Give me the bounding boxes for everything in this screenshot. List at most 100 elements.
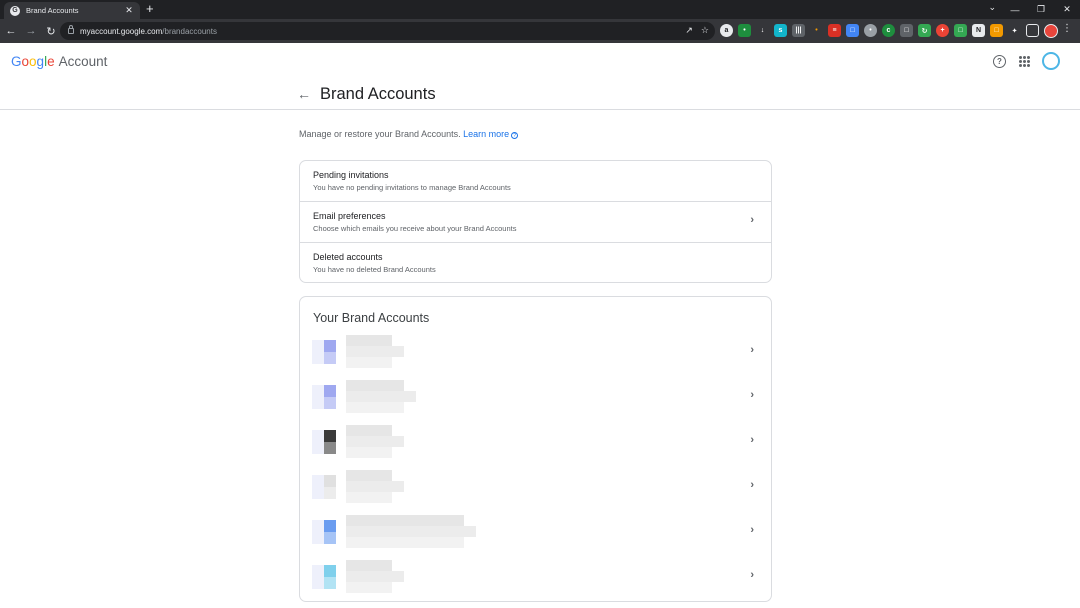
extension-icon[interactable]: + [936,24,949,37]
new-tab-button[interactable]: + [146,2,154,16]
extension-icon[interactable]: □ [954,24,967,37]
redacted-avatar-pixel [312,565,324,577]
redacted-text-pixels [346,537,464,548]
omnibox-icons: ↗ ☆ [685,25,709,36]
google-apps-icon[interactable] [1019,56,1030,67]
redacted-text-pixels [346,582,392,593]
logo-product-name: Account [58,54,108,69]
reload-icon[interactable]: ↻ [42,22,60,40]
option-title: Email preferences [313,211,386,221]
redacted-avatar-pixel [312,487,324,499]
chevron-right-icon: › [750,479,754,491]
redacted-avatar-pixel [312,397,324,409]
address-bar[interactable]: myaccount.google.com /brandaccounts ↗ ☆ [60,22,715,40]
brand-account-row[interactable]: › [300,375,771,420]
redacted-text-pixels [346,571,404,582]
tab-search-chevron-icon[interactable]: ⌄ [988,2,996,13]
extension-icon[interactable]: • [810,24,823,37]
option-description: You have no pending invitations to manag… [313,183,511,192]
lock-icon [68,25,74,34]
extension-icon[interactable]: • [738,24,751,37]
extension-icon[interactable]: □ [900,24,913,37]
extension-icon[interactable]: ≡ [828,24,841,37]
chevron-right-icon: › [750,344,754,356]
redacted-avatar-pixel [324,577,336,589]
redacted-avatar-pixel [312,475,324,487]
extension-icon[interactable]: a [720,24,733,37]
extension-icon[interactable]: ↻ [918,24,931,37]
browser-toolbar: ← → ↻ myaccount.google.com /brandaccount… [0,19,1080,43]
redacted-avatar-pixel [324,352,336,364]
extension-icon[interactable]: □ [990,24,1003,37]
extension-icon[interactable]: s [774,24,787,37]
brand-account-row[interactable]: › [300,465,771,510]
minimize-icon[interactable]: — [1002,0,1028,19]
google-account-logo[interactable]: G o o g l e Account [11,54,107,69]
logo-letter: e [47,54,55,69]
redacted-text-pixels [346,380,404,391]
window-controls: — ❐ ✕ [1002,0,1080,19]
share-icon[interactable]: ↗ [685,25,693,36]
redacted-text-pixels [346,447,392,458]
option-email-preferences[interactable]: Email preferences Choose which emails yo… [300,202,771,243]
page-title: Brand Accounts [320,85,436,103]
browser-menu-icon[interactable]: ⋮ [1062,23,1072,34]
brand-account-row[interactable]: › [300,510,771,555]
account-avatar[interactable] [1042,52,1060,70]
redacted-avatar-pixel [312,385,324,397]
redacted-avatar-pixel [324,397,336,409]
close-tab-icon[interactable]: ✕ [124,5,134,16]
logo-letter: G [11,54,22,69]
learn-more-link[interactable]: Learn more [463,129,509,139]
back-nav-icon[interactable]: ← [2,22,20,40]
intro-text: Manage or restore your Brand Accounts. L… [299,129,519,139]
puzzle-extensions-icon[interactable]: ✦ [1008,24,1021,37]
tab-title: Brand Accounts [26,6,79,15]
redacted-text-pixels [346,391,416,402]
redacted-avatar-pixel [324,340,336,352]
extension-icon[interactable]: N [972,24,985,37]
redacted-avatar-pixel [312,442,324,454]
redacted-text-pixels [346,357,392,368]
profile-avatar-icon[interactable] [1044,24,1058,38]
redacted-text-pixels [346,515,464,526]
redacted-text-pixels [346,492,392,503]
extension-icon[interactable]: c [882,24,895,37]
bookmark-star-icon[interactable]: ☆ [701,25,709,36]
brand-account-row[interactable]: › [300,555,771,600]
option-title: Pending invitations [313,170,389,180]
redacted-avatar-pixel [324,565,336,577]
option-pending-invitations: Pending invitations You have no pending … [300,161,771,202]
redacted-avatar-pixel [312,532,324,544]
browser-tab-bar: G Brand Accounts ✕ + ⌄ — ❐ ✕ [0,0,1080,19]
extension-icon[interactable]: □ [846,24,859,37]
brand-account-row[interactable]: › [300,420,771,465]
forward-nav-icon[interactable]: → [22,22,40,40]
browser-tab[interactable]: G Brand Accounts ✕ [4,2,140,19]
page-content: G o o g l e Account ? ← Brand Accounts M… [0,43,1080,608]
redacted-text-pixels [346,481,404,492]
redacted-avatar-pixel [324,385,336,397]
brand-account-row[interactable]: › [300,330,771,375]
extension-icon[interactable]: ||| [792,24,805,37]
help-icon[interactable]: ? [993,55,1006,68]
back-arrow-icon[interactable]: ← [297,86,311,102]
option-title: Deleted accounts [313,252,383,262]
chevron-right-icon: › [750,434,754,446]
url-host: myaccount.google.com [80,26,163,36]
redacted-text-pixels [346,436,404,447]
redacted-avatar-pixel [324,520,336,532]
extension-icon[interactable]: • [864,24,877,37]
redacted-avatar-pixel [324,532,336,544]
restore-icon[interactable]: ❐ [1028,0,1054,19]
option-deleted-accounts: Deleted accounts You have no deleted Bra… [300,243,771,284]
option-description: You have no deleted Brand Accounts [313,265,436,274]
extension-icon[interactable]: ↓ [756,24,769,37]
side-panel-icon[interactable] [1026,24,1039,37]
close-window-icon[interactable]: ✕ [1054,0,1080,19]
chevron-right-icon: › [750,389,754,401]
redacted-avatar-pixel [312,520,324,532]
chevron-right-icon: › [750,569,754,581]
redacted-avatar-pixel [312,430,324,442]
info-icon[interactable]: ? [511,132,519,139]
